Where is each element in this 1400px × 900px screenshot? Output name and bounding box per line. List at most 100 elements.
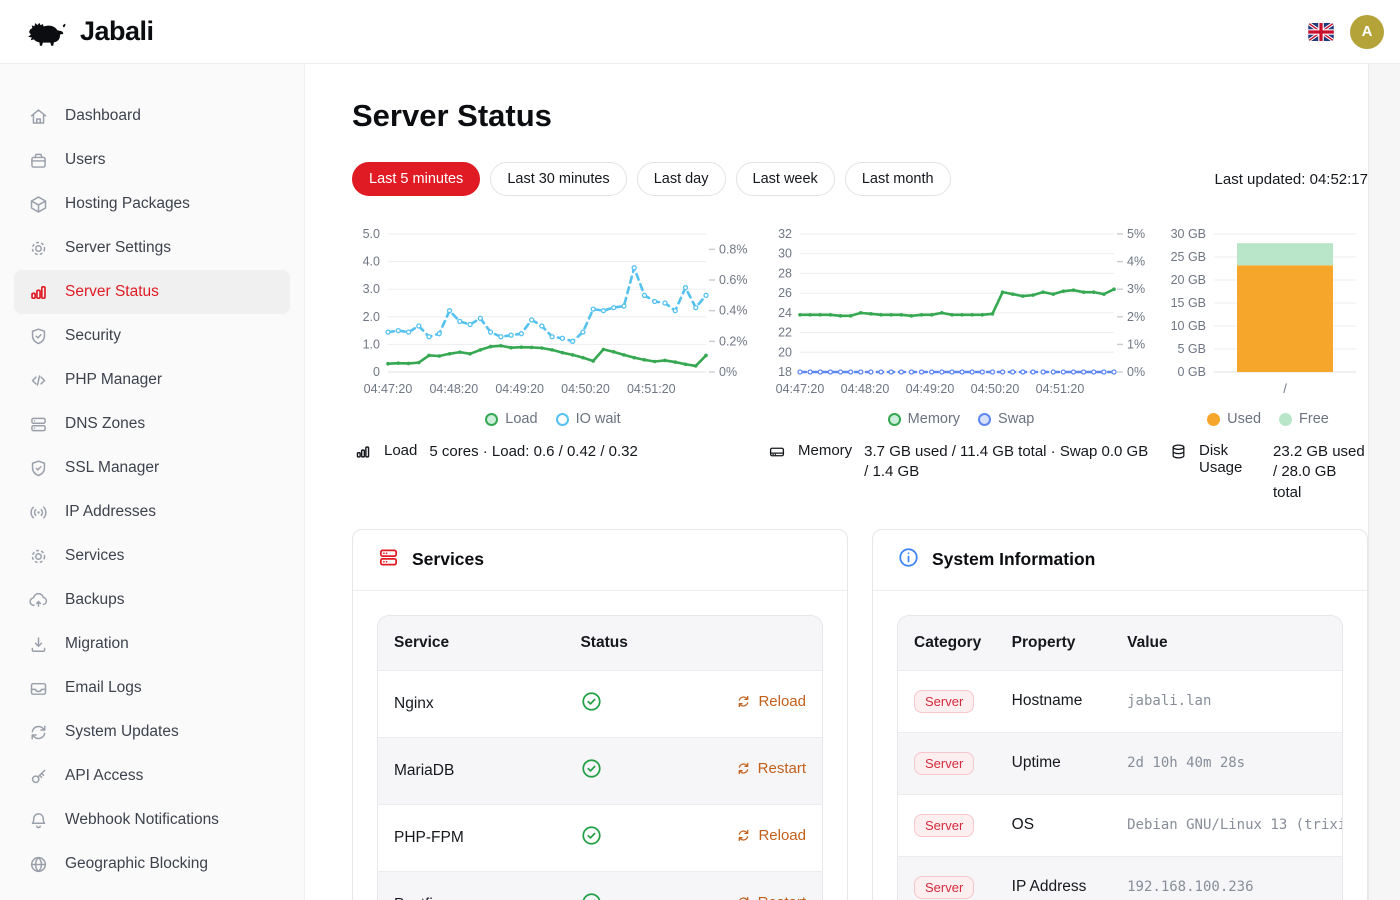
server-stack-icon (28, 414, 49, 435)
sidebar-item-php-manager[interactable]: PHP Manager (14, 358, 290, 402)
svg-text:30: 30 (778, 247, 792, 261)
refresh-icon (28, 722, 49, 743)
svg-text:1.0: 1.0 (363, 337, 380, 351)
svg-text:04:48:20: 04:48:20 (429, 382, 478, 396)
svg-text:32: 32 (778, 227, 792, 241)
table-row: Postfix Restart (378, 871, 822, 900)
sidebar-item-server-status[interactable]: Server Status (14, 270, 290, 314)
check-circle-icon (580, 767, 603, 784)
svg-text:18: 18 (778, 365, 792, 379)
sidebar-item-api-access[interactable]: API Access (14, 754, 290, 798)
charts-row: 01.02.03.04.05.00%0.2%0.4%0.6%0.8%04:47:… (352, 224, 1368, 503)
hard-drive-icon (768, 443, 786, 483)
table-row: PHP-FPM Reload (378, 804, 822, 871)
sidebar-item-geographic-blocking[interactable]: Geographic Blocking (14, 842, 290, 886)
svg-text:5.0: 5.0 (363, 227, 380, 241)
svg-text:04:49:20: 04:49:20 (906, 382, 955, 396)
scrollbar-track[interactable] (1368, 64, 1400, 900)
disk-chart-block: 0 GB5 GB10 GB15 GB20 GB25 GB30 GB/ UsedF… (1168, 224, 1368, 503)
restart-button[interactable]: Restart (736, 760, 806, 777)
sidebar-item-dashboard[interactable]: Dashboard (14, 94, 290, 138)
bell-icon (28, 810, 49, 831)
brand[interactable]: Jabali (24, 15, 154, 49)
sidebar-item-server-settings[interactable]: Server Settings (14, 226, 290, 270)
column-header-value: Value (1111, 616, 1342, 671)
gear-icon (28, 546, 49, 567)
range-button-last-week[interactable]: Last week (736, 162, 835, 196)
svg-text:04:50:20: 04:50:20 (971, 382, 1020, 396)
sidebar-item-dns-zones[interactable]: DNS Zones (14, 402, 290, 446)
reload-button[interactable]: Reload (736, 827, 806, 844)
sidebar-item-services[interactable]: Services (14, 534, 290, 578)
bar-chart-icon (28, 282, 49, 303)
svg-text:04:51:20: 04:51:20 (627, 382, 676, 396)
memory-chart: 18202224262830320%1%2%3%4%5%04:47:2004:4… (766, 224, 1156, 402)
services-card: Services Service Status (352, 529, 848, 900)
shield-check-icon (28, 326, 49, 347)
svg-text:4%: 4% (1127, 255, 1145, 269)
sidebar-item-webhook-notifications[interactable]: Webhook Notifications (14, 798, 290, 842)
system-information-card: System Information Category Property Val… (872, 529, 1368, 900)
system-information-card-header: System Information (873, 530, 1367, 591)
svg-text:24: 24 (778, 306, 792, 320)
table-row: Server IP Address 192.168.100.236 (898, 856, 1342, 900)
svg-text:04:47:20: 04:47:20 (364, 382, 413, 396)
gear-icon (28, 238, 49, 259)
sidebar-item-security[interactable]: Security (14, 314, 290, 358)
svg-text:3.0: 3.0 (363, 282, 380, 296)
svg-text:22: 22 (778, 326, 792, 340)
category-badge: Server (914, 752, 974, 775)
disk-chart: 0 GB5 GB10 GB15 GB20 GB25 GB30 GB/ (1168, 224, 1368, 402)
svg-text:28: 28 (778, 266, 792, 280)
svg-text:04:51:20: 04:51:20 (1036, 382, 1085, 396)
table-row: MariaDB Restart (378, 737, 822, 804)
reload-button[interactable]: Reload (736, 693, 806, 710)
broadcast-icon (28, 502, 49, 523)
server-stack-icon (377, 546, 400, 574)
load-chart-legend: LoadIO wait (352, 408, 754, 430)
shield-icon (28, 458, 49, 479)
svg-text:26: 26 (778, 286, 792, 300)
range-button-last-day[interactable]: Last day (637, 162, 726, 196)
disk-chart-legend: UsedFree (1168, 408, 1368, 430)
range-button-last-month[interactable]: Last month (845, 162, 951, 196)
svg-text:10 GB: 10 GB (1171, 319, 1206, 333)
boar-logo-icon (24, 15, 70, 49)
sidebar-item-ip-addresses[interactable]: IP Addresses (14, 490, 290, 534)
users-icon (28, 150, 49, 171)
svg-text:0%: 0% (719, 365, 737, 379)
sidebar-item-system-updates[interactable]: System Updates (14, 710, 290, 754)
svg-text:15 GB: 15 GB (1171, 296, 1206, 310)
table-row: Nginx Reload (378, 670, 822, 737)
system-information-table: Category Property Value Server Hostname … (897, 615, 1343, 900)
language-flag-icon[interactable] (1308, 23, 1334, 41)
sidebar: Dashboard Users Hosting Packages Server … (0, 64, 305, 900)
package-icon (28, 194, 49, 215)
svg-text:3%: 3% (1127, 282, 1145, 296)
range-button-last-30-minutes[interactable]: Last 30 minutes (490, 162, 626, 196)
avatar[interactable]: A (1350, 15, 1384, 49)
svg-text:0.2%: 0.2% (719, 334, 748, 348)
check-circle-icon (580, 700, 603, 717)
sidebar-item-hosting-packages[interactable]: Hosting Packages (14, 182, 290, 226)
sidebar-item-migration[interactable]: Migration (14, 622, 290, 666)
svg-text:0.8%: 0.8% (719, 242, 748, 256)
range-button-last-5-minutes[interactable]: Last 5 minutes (352, 162, 480, 196)
sidebar-item-ssl-manager[interactable]: SSL Manager (14, 446, 290, 490)
memory-chart-block: 18202224262830320%1%2%3%4%5%04:47:2004:4… (766, 224, 1156, 503)
column-header-service: Service (378, 616, 564, 671)
check-circle-icon (580, 834, 603, 851)
sidebar-item-email-logs[interactable]: Email Logs (14, 666, 290, 710)
table-row: Server Hostname jabali.lan (898, 670, 1342, 732)
category-badge: Server (914, 690, 974, 713)
svg-text:1%: 1% (1127, 337, 1145, 351)
inbox-icon (28, 678, 49, 699)
time-range-controls: Last 5 minutes Last 30 minutes Last day … (352, 162, 1368, 196)
table-row: Server OS Debian GNU/Linux 13 (trixi (898, 794, 1342, 856)
sidebar-item-users[interactable]: Users (14, 138, 290, 182)
download-icon (28, 634, 49, 655)
restart-button[interactable]: Restart (736, 894, 806, 900)
bar-chart-icon (354, 443, 372, 465)
services-table: Service Status Nginx Reload (377, 615, 823, 900)
sidebar-item-backups[interactable]: Backups (14, 578, 290, 622)
